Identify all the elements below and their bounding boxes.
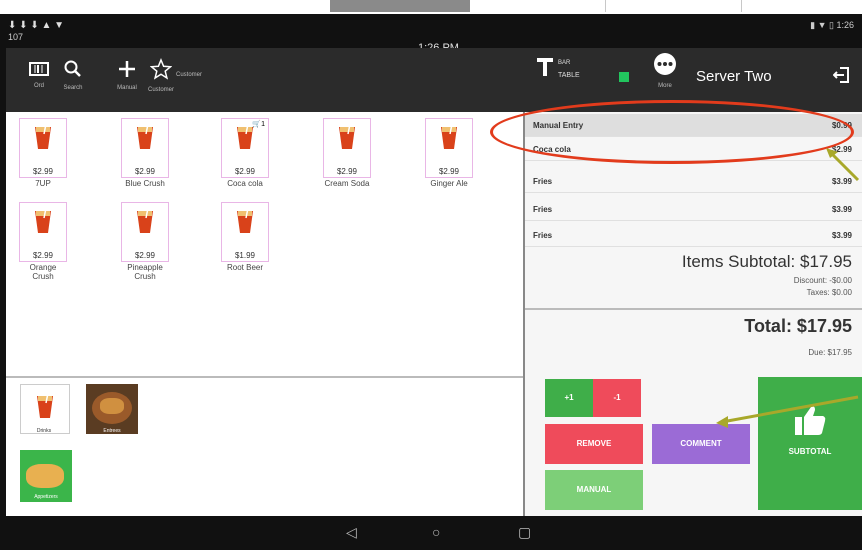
- annotation-arrows: [716, 148, 860, 428]
- annotation-arrow: [828, 150, 860, 182]
- annotation-arrow: [721, 395, 859, 424]
- annotation-arrowhead: [716, 416, 728, 428]
